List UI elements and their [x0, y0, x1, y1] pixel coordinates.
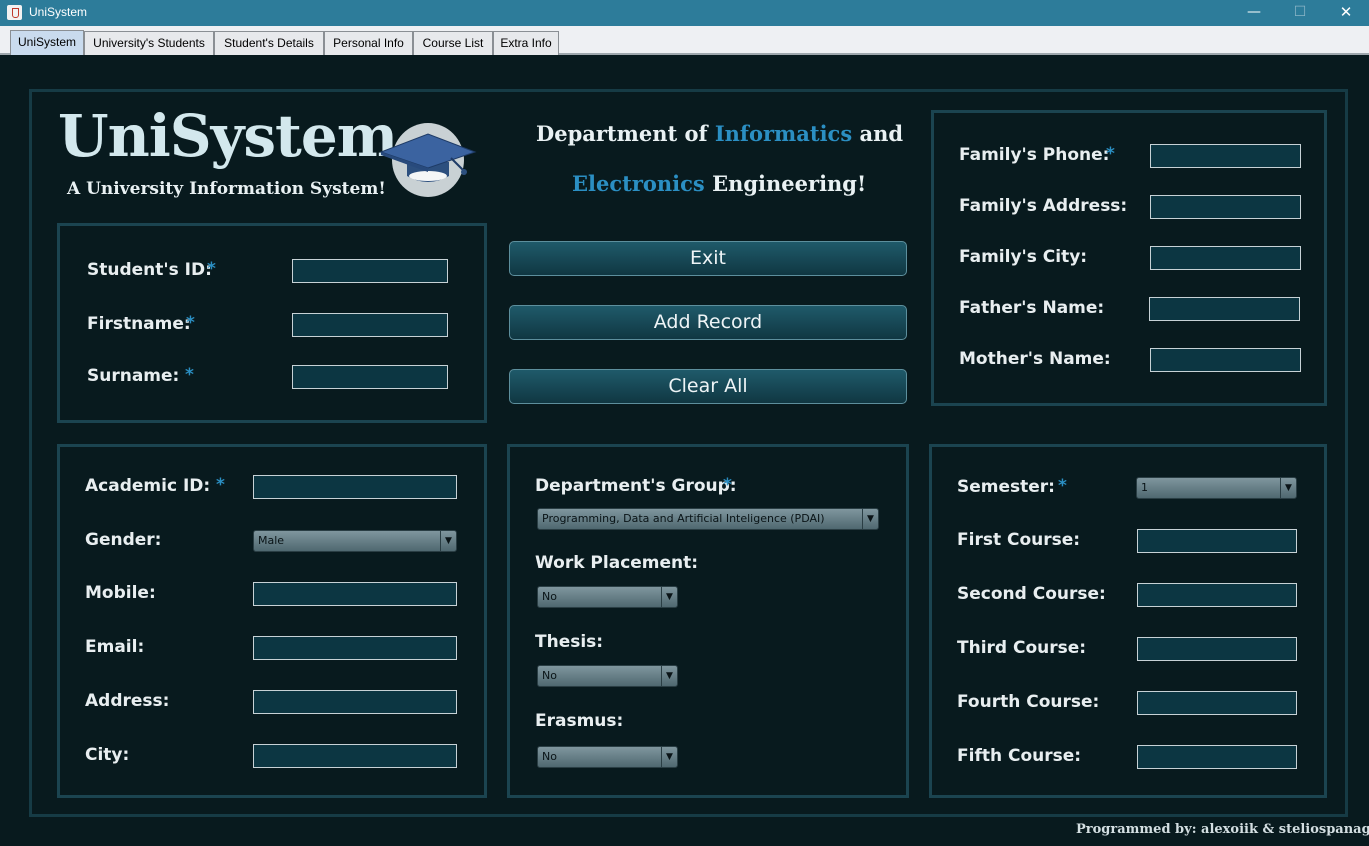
- fourth-course-input[interactable]: [1137, 691, 1297, 715]
- second-course-input[interactable]: [1137, 583, 1297, 607]
- email-label: Email:: [85, 637, 145, 657]
- dept-informatics: Informatics: [714, 121, 853, 146]
- firstname-input[interactable]: [292, 313, 448, 337]
- fifth-course-input[interactable]: [1137, 745, 1297, 769]
- department-heading-line1: Department of Informatics and: [536, 121, 903, 146]
- department-panel: [507, 444, 909, 798]
- window-titlebar: UniSystem — ☐ ✕: [0, 0, 1369, 26]
- close-button[interactable]: ✕: [1323, 0, 1369, 26]
- gender-value: Male: [258, 534, 285, 547]
- department-group-label: Department's Group:: [535, 476, 737, 496]
- erasmus-value: No: [542, 750, 557, 763]
- academic-id-required: *: [216, 475, 225, 495]
- gender-label: Gender:: [85, 530, 162, 550]
- dept-electronics: Electronics: [572, 171, 705, 196]
- first-course-label: First Course:: [957, 530, 1081, 550]
- family-city-label: Family's City:: [959, 247, 1088, 267]
- student-id-input[interactable]: [292, 259, 448, 283]
- chevron-down-icon: ▼: [440, 531, 456, 551]
- city-label: City:: [85, 745, 130, 765]
- third-course-label: Third Course:: [957, 638, 1087, 658]
- tab-extra-info[interactable]: Extra Info: [493, 31, 559, 55]
- family-city-input[interactable]: [1150, 246, 1301, 270]
- erasmus-label: Erasmus:: [535, 711, 624, 731]
- chevron-down-icon: ▼: [1280, 478, 1296, 498]
- department-group-select[interactable]: Programming, Data and Artificial Intelig…: [537, 508, 879, 530]
- tab-university-students[interactable]: University's Students: [84, 31, 214, 55]
- family-phone-required: *: [1106, 144, 1115, 164]
- email-input[interactable]: [253, 636, 457, 660]
- surname-required: *: [185, 365, 194, 385]
- semester-select[interactable]: 1 ▼: [1136, 477, 1297, 499]
- firstname-label: Firstname:: [87, 314, 191, 334]
- thesis-select[interactable]: No ▼: [537, 665, 678, 687]
- work-placement-value: No: [542, 590, 557, 603]
- third-course-input[interactable]: [1137, 637, 1297, 661]
- tab-unisystem[interactable]: UniSystem: [10, 30, 84, 55]
- chevron-down-icon: ▼: [661, 666, 677, 686]
- tab-strip: UniSystem University's Students Student'…: [0, 26, 1369, 55]
- academic-id-label: Academic ID:: [85, 476, 211, 496]
- mobile-input[interactable]: [253, 582, 457, 606]
- chevron-down-icon: ▼: [661, 587, 677, 607]
- semester-required: *: [1058, 476, 1067, 496]
- graduation-cap-icon: [379, 123, 477, 197]
- department-heading-line2: Electronics Engineering!: [572, 171, 866, 196]
- work-placement-label: Work Placement:: [535, 553, 699, 573]
- chevron-down-icon: ▼: [862, 509, 878, 529]
- father-name-input[interactable]: [1149, 297, 1300, 321]
- student-id-label: Student's ID:: [87, 260, 212, 280]
- father-name-label: Father's Name:: [959, 298, 1105, 318]
- dept-prefix: Department of: [536, 121, 715, 146]
- dept-engineering: Engineering!: [704, 171, 867, 196]
- academic-id-input[interactable]: [253, 475, 457, 499]
- maximize-button[interactable]: ☐: [1277, 0, 1323, 26]
- second-course-label: Second Course:: [957, 584, 1106, 604]
- work-placement-select[interactable]: No ▼: [537, 586, 678, 608]
- minimize-button[interactable]: —: [1231, 0, 1277, 26]
- tab-course-list[interactable]: Course List: [413, 31, 493, 55]
- credits-text: Programmed by: alexoiik & steliospanag: [1076, 822, 1369, 837]
- semester-value: 1: [1141, 481, 1148, 494]
- thesis-value: No: [542, 669, 557, 682]
- tab-personal-info[interactable]: Personal Info: [324, 31, 413, 55]
- family-address-input[interactable]: [1150, 195, 1301, 219]
- family-address-label: Family's Address:: [959, 196, 1128, 216]
- fifth-course-label: Fifth Course:: [957, 746, 1082, 766]
- add-record-button[interactable]: Add Record: [509, 305, 907, 340]
- city-input[interactable]: [253, 744, 457, 768]
- tab-student-details[interactable]: Student's Details: [214, 31, 324, 55]
- logo-subtitle: A University Information System!: [67, 179, 386, 199]
- address-label: Address:: [85, 691, 170, 711]
- mother-name-label: Mother's Name:: [959, 349, 1111, 369]
- erasmus-select[interactable]: No ▼: [537, 746, 678, 768]
- family-phone-label: Family's Phone:: [959, 145, 1110, 165]
- thesis-label: Thesis:: [535, 632, 604, 652]
- clear-all-button[interactable]: Clear All: [509, 369, 907, 404]
- address-input[interactable]: [253, 690, 457, 714]
- department-group-value: Programming, Data and Artificial Intelig…: [542, 512, 825, 525]
- family-phone-input[interactable]: [1150, 144, 1301, 168]
- java-app-icon: [7, 5, 22, 20]
- fourth-course-label: Fourth Course:: [957, 692, 1100, 712]
- dept-and: and: [852, 121, 904, 146]
- semester-label: Semester:: [957, 477, 1055, 497]
- mother-name-input[interactable]: [1150, 348, 1301, 372]
- surname-input[interactable]: [292, 365, 448, 389]
- gender-select[interactable]: Male ▼: [253, 530, 457, 552]
- exit-button[interactable]: Exit: [509, 241, 907, 276]
- mobile-label: Mobile:: [85, 583, 156, 603]
- chevron-down-icon: ▼: [661, 747, 677, 767]
- first-course-input[interactable]: [1137, 529, 1297, 553]
- logo-title: UniSystem: [58, 102, 398, 170]
- surname-label: Surname:: [87, 366, 180, 386]
- student-id-required: *: [207, 259, 216, 279]
- window-title: UniSystem: [29, 5, 88, 19]
- department-group-required: *: [723, 475, 732, 495]
- firstname-required: *: [186, 313, 195, 333]
